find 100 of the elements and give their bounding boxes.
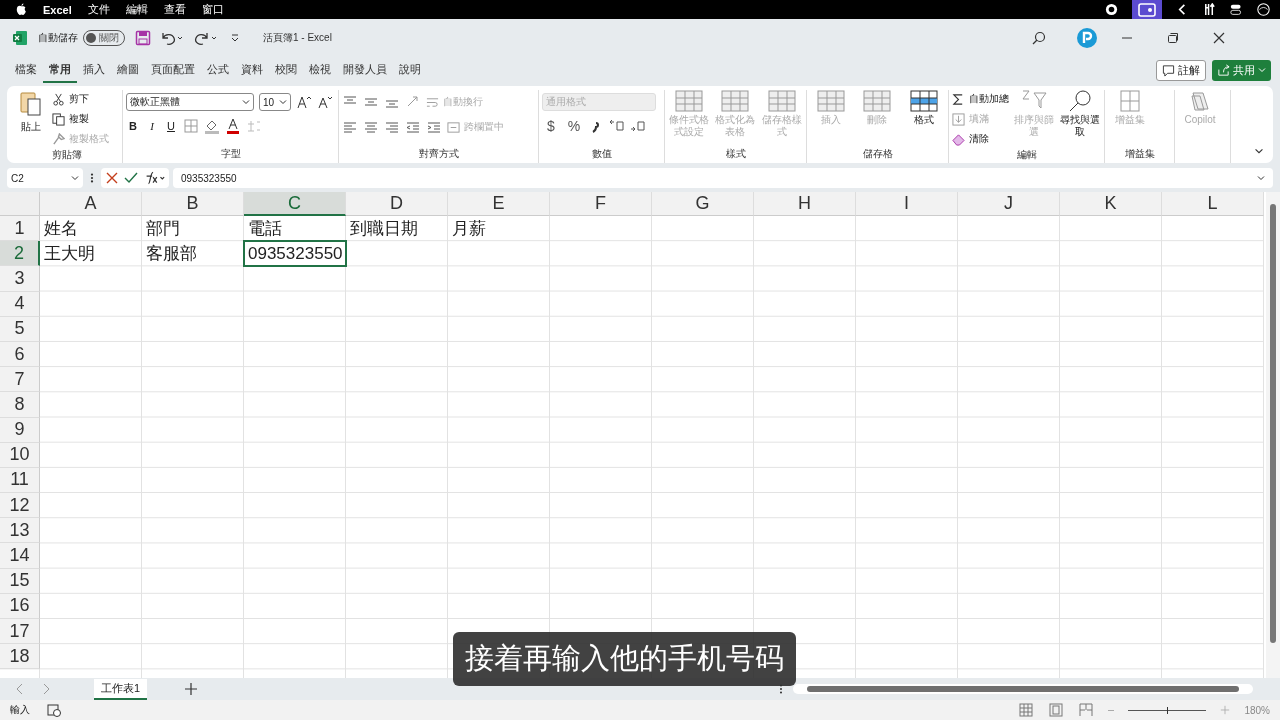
row-header[interactable]: 17 xyxy=(0,619,40,645)
row-header[interactable]: 5 xyxy=(0,316,40,342)
page-break-icon[interactable] xyxy=(1078,702,1095,718)
vertical-scrollbar[interactable] xyxy=(1266,192,1280,678)
row-header[interactable]: 16 xyxy=(0,593,40,619)
save-icon[interactable] xyxy=(135,30,151,46)
table-cell-text: 月薪 xyxy=(452,218,486,241)
ribbon-tab[interactable]: 頁面配置 xyxy=(145,57,201,83)
normal-view-icon[interactable] xyxy=(1018,702,1035,718)
column-header[interactable]: H xyxy=(754,192,856,216)
ribbon-tab[interactable]: 檢視 xyxy=(303,57,337,83)
menu-item[interactable]: 查看 xyxy=(163,2,186,17)
comment-icon xyxy=(1162,63,1175,77)
restore-icon[interactable] xyxy=(1165,30,1181,46)
row-header[interactable]: 3 xyxy=(0,266,40,292)
row-header[interactable]: 14 xyxy=(0,543,40,569)
column-header[interactable]: J xyxy=(958,192,1060,216)
ribbon-tab[interactable]: 檔案 xyxy=(9,57,43,83)
row-header[interactable]: 11 xyxy=(0,467,40,494)
row-header[interactable]: 6 xyxy=(0,341,40,368)
clear-button[interactable]: 清除 xyxy=(952,130,1009,148)
menu-item[interactable]: 窗口 xyxy=(201,2,224,17)
cancel-icon[interactable] xyxy=(104,170,120,186)
ribbon-tab[interactable]: 插入 xyxy=(77,57,111,83)
menu-item[interactable]: Excel xyxy=(43,3,72,16)
group-label: 數值 xyxy=(591,147,612,161)
add-sheet-icon[interactable] xyxy=(183,681,200,697)
column-header[interactable]: I xyxy=(856,192,958,216)
toggle-icon[interactable] xyxy=(1230,3,1243,16)
row-header[interactable]: 7 xyxy=(0,367,40,393)
search-icon[interactable] xyxy=(1031,30,1047,46)
bold-button[interactable]: B xyxy=(126,120,140,132)
row-header[interactable]: 13 xyxy=(0,518,40,544)
font-size-field[interactable]: 10 xyxy=(259,93,291,111)
comment-button[interactable]: 註解 xyxy=(1156,59,1206,81)
italic-button[interactable]: I xyxy=(145,120,159,132)
shrink-font-icon[interactable] xyxy=(317,94,333,110)
font-color-icon[interactable] xyxy=(225,118,241,134)
horizontal-scrollbar[interactable] xyxy=(793,684,1254,694)
more-icon[interactable] xyxy=(90,172,94,184)
apple-icon[interactable] xyxy=(16,3,27,16)
grow-font-icon[interactable] xyxy=(296,94,312,110)
menu-item[interactable]: 文件 xyxy=(87,2,110,17)
column-header[interactable]: L xyxy=(1162,192,1264,216)
enter-icon[interactable] xyxy=(123,170,139,186)
column-header[interactable]: F xyxy=(550,192,652,216)
increase-decimal-icon[interactable] xyxy=(609,118,625,134)
tools-icon[interactable] xyxy=(1203,3,1216,16)
autosum-button[interactable]: 自動加總 xyxy=(952,90,1009,108)
copy-button[interactable]: 複製 xyxy=(52,110,109,128)
paste-button[interactable]: 貼上 xyxy=(14,90,48,138)
decrease-decimal-icon[interactable] xyxy=(630,118,646,134)
column-header[interactable]: B xyxy=(142,192,244,216)
percent-button[interactable]: % xyxy=(565,118,583,134)
ribbon-tab[interactable]: 繪圖 xyxy=(111,57,145,83)
ribbon-tab[interactable]: 開發人員 xyxy=(337,57,393,83)
font-family-field[interactable]: 微軟正黑體 xyxy=(126,93,254,111)
record-icon[interactable] xyxy=(1105,3,1118,16)
ribbon-tab[interactable]: 常用 xyxy=(43,57,77,83)
find-select-button[interactable]: 尋找與選取 xyxy=(1059,90,1101,138)
undo-icon[interactable] xyxy=(159,30,185,46)
formula-field[interactable]: 0935323550 xyxy=(173,168,1273,188)
row-header[interactable]: 18 xyxy=(0,644,40,670)
redo-icon[interactable] xyxy=(193,30,219,46)
screen-share-icon[interactable] xyxy=(1132,0,1162,19)
row-header[interactable]: 12 xyxy=(0,493,40,519)
column-header[interactable]: C xyxy=(244,192,346,216)
avatar-icon[interactable] xyxy=(1077,28,1097,48)
column-header[interactable]: D xyxy=(346,192,448,216)
row-header[interactable]: 15 xyxy=(0,568,40,594)
chevron-down-icon xyxy=(279,98,287,106)
cut-button[interactable]: 剪下 xyxy=(52,90,109,108)
row-header[interactable]: 4 xyxy=(0,291,40,317)
column-header[interactable]: E xyxy=(448,192,550,216)
column-header[interactable]: K xyxy=(1060,192,1162,216)
sheet-tab[interactable]: 工作表1 xyxy=(94,678,148,700)
currency-button[interactable]: $ xyxy=(542,118,560,134)
name-box[interactable]: C2 xyxy=(7,168,83,188)
ribbon-tab[interactable]: 說明 xyxy=(393,57,427,83)
row-header[interactable]: 2 xyxy=(0,241,40,267)
menu-item[interactable]: 編輯 xyxy=(125,2,148,17)
row-header[interactable]: 10 xyxy=(0,442,40,468)
row-header[interactable]: 9 xyxy=(0,417,40,443)
group-label: 儲存格 xyxy=(862,147,893,161)
underline-button[interactable]: U xyxy=(164,120,178,132)
row-header[interactable]: 1 xyxy=(0,216,40,242)
ribbon-button[interactable]: 格式 xyxy=(902,90,945,126)
ribbon-tab[interactable]: 校閱 xyxy=(269,57,303,83)
circle-icon[interactable] xyxy=(1257,3,1270,16)
row-header[interactable]: 8 xyxy=(0,392,40,418)
column-header[interactable]: G xyxy=(652,192,754,216)
accessibility-icon[interactable] xyxy=(46,702,62,718)
close-icon[interactable] xyxy=(1211,30,1227,46)
share-button[interactable]: 共用 xyxy=(1212,59,1271,81)
column-header[interactable]: A xyxy=(40,192,142,216)
ribbon-tab[interactable]: 公式 xyxy=(201,57,235,83)
ribbon-tab[interactable]: 資料 xyxy=(235,57,269,83)
table-cell-text: 客服部 xyxy=(146,243,197,266)
page-layout-icon[interactable] xyxy=(1048,702,1065,718)
fill-color-icon[interactable] xyxy=(204,118,220,134)
